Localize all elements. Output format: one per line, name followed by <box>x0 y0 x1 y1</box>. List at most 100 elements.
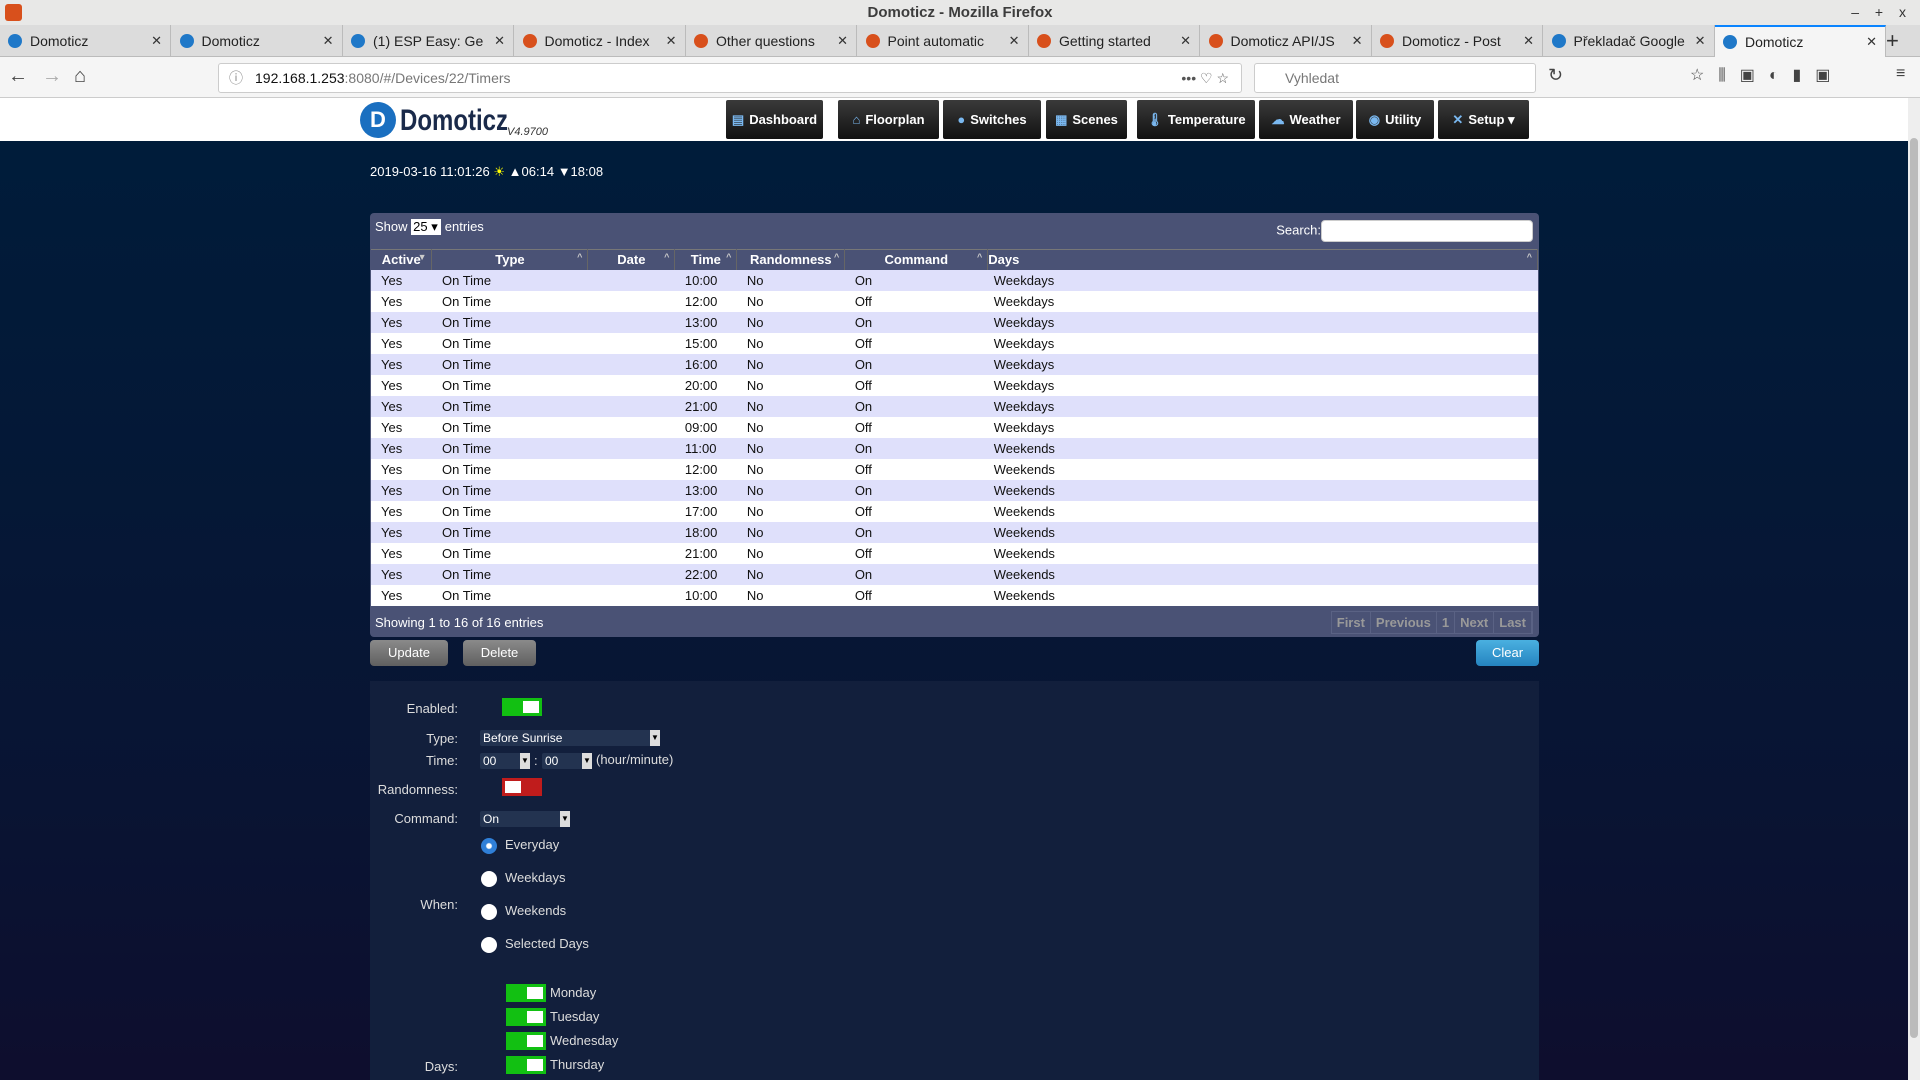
table-row[interactable]: Yes On Time 12:00 No Off Weekdays <box>371 290 1538 312</box>
browser-tab[interactable]: Domoticz - Post ✕ <box>1372 25 1543 57</box>
browser-tab[interactable]: Překladač Google ✕ <box>1544 25 1715 57</box>
browser-tab[interactable]: Point automatic ✕ <box>858 25 1029 57</box>
type-select[interactable]: Before Sunrise ▼ <box>480 730 660 746</box>
close-tab-icon[interactable]: ✕ <box>1695 33 1706 49</box>
table-row[interactable]: Yes On Time 11:00 No On Weekends <box>371 437 1538 459</box>
tab-label: (1) ESP Easy: Ge <box>373 33 484 49</box>
close-tab-icon[interactable]: ✕ <box>323 33 334 49</box>
back-icon[interactable]: ← <box>8 65 28 88</box>
table-cell: Yes <box>371 584 432 606</box>
pager-last[interactable]: Last <box>1494 612 1532 633</box>
table-cell: Off <box>844 416 988 438</box>
day-toggle[interactable] <box>506 1056 546 1074</box>
when-radio[interactable] <box>481 871 497 887</box>
close-tab-icon[interactable]: ✕ <box>666 33 677 49</box>
enabled-toggle[interactable] <box>502 698 542 716</box>
table-cell: 12:00 <box>674 290 737 312</box>
pager-1[interactable]: 1 <box>1437 612 1456 633</box>
browser-tab[interactable]: (1) ESP Easy: Ge ✕ <box>343 25 514 57</box>
browser-tab[interactable]: Domoticz - Index ✕ <box>515 25 686 57</box>
close-tab-icon[interactable]: ✕ <box>1180 33 1191 49</box>
command-select[interactable]: On ▼ <box>480 811 570 827</box>
toolbar-icons[interactable]: ☆⫼▣◐▮▣ <box>1690 65 1844 85</box>
window-controls[interactable]: – + x <box>1851 0 1912 25</box>
randomness-toggle[interactable] <box>502 778 542 796</box>
browser-tab[interactable]: Getting started ✕ <box>1029 25 1200 57</box>
column-header[interactable]: Randomness ^ <box>736 249 846 270</box>
info-icon[interactable]: ⓘ <box>229 68 243 88</box>
table-row[interactable]: Yes On Time 15:00 No Off Weekdays <box>371 332 1538 354</box>
table-row[interactable]: Yes On Time 12:00 No Off Weekends <box>371 458 1538 480</box>
when-radio[interactable] <box>481 838 497 854</box>
menu-utility[interactable]: ◉ Utility <box>1356 100 1434 139</box>
forward-icon[interactable]: → <box>42 65 62 88</box>
day-toggle[interactable] <box>506 984 546 1002</box>
menu-dashboard[interactable]: ▤ Dashboard <box>726 100 823 139</box>
close-tab-icon[interactable]: ✕ <box>151 33 162 49</box>
page-actions-icon[interactable]: ••• ♡ ☆ <box>1181 70 1229 87</box>
day-toggle[interactable] <box>506 1032 546 1050</box>
close-tab-icon[interactable]: ✕ <box>1352 33 1363 49</box>
column-header[interactable]: Date ^ <box>587 249 676 270</box>
column-header[interactable]: Command ^ <box>844 249 989 270</box>
table-row[interactable]: Yes On Time 22:00 No On Weekends <box>371 563 1538 585</box>
pager-first[interactable]: First <box>1332 612 1371 633</box>
clear-button[interactable]: Clear <box>1476 640 1539 666</box>
reload-icon[interactable]: ↻ <box>1548 65 1563 86</box>
menu-setup[interactable]: ✕ Setup ▾ <box>1438 100 1529 139</box>
browser-tab[interactable]: Domoticz ✕ <box>1715 25 1886 57</box>
close-tab-icon[interactable]: ✕ <box>1009 33 1020 49</box>
table-row[interactable]: Yes On Time 17:00 No Off Weekends <box>371 500 1538 522</box>
close-tab-icon[interactable]: ✕ <box>494 33 505 49</box>
table-cell: 18:00 <box>674 521 737 543</box>
hour-select[interactable]: 00 ▼ <box>480 753 530 769</box>
table-row[interactable]: Yes On Time 13:00 No On Weekends <box>371 479 1538 501</box>
column-header[interactable]: Days ^ <box>987 249 1538 270</box>
domoticz-logo[interactable]: D Domoticz V4.9700 <box>360 102 548 138</box>
close-tab-icon[interactable]: ✕ <box>837 33 848 49</box>
pager-previous[interactable]: Previous <box>1371 612 1437 633</box>
minute-select[interactable]: 00 ▼ <box>542 753 592 769</box>
close-tab-icon[interactable]: ✕ <box>1523 33 1534 49</box>
table-search-input[interactable] <box>1321 220 1533 242</box>
column-header[interactable]: Type ^ <box>431 249 589 270</box>
page-length-select[interactable]: 25 ▾ <box>411 219 442 235</box>
search-bar[interactable]: Vyhledat <box>1254 63 1536 93</box>
menu-switches[interactable]: ● Switches <box>943 100 1041 139</box>
menu-temperature[interactable]: 🌡 Temperature <box>1137 100 1255 139</box>
column-header[interactable]: Time ^ <box>674 249 738 270</box>
browser-tab[interactable]: Domoticz API/JS ✕ <box>1201 25 1372 57</box>
table-row[interactable]: Yes On Time 18:00 No On Weekends <box>371 521 1538 543</box>
table-row[interactable]: Yes On Time 16:00 No On Weekdays <box>371 353 1538 375</box>
when-radio[interactable] <box>481 904 497 920</box>
table-cell: Weekends <box>987 500 1538 522</box>
url-bar[interactable]: ⓘ 192.168.1.253:8080/#/Devices/22/Timers… <box>218 63 1242 93</box>
url-path: :8080/#/Devices/22/Timers <box>344 70 511 86</box>
navigation-bar: ← → ⌂ ⓘ 192.168.1.253:8080/#/Devices/22/… <box>0 57 1920 98</box>
delete-button[interactable]: Delete <box>463 640 536 666</box>
close-tab-icon[interactable]: ✕ <box>1866 34 1877 50</box>
home-icon[interactable]: ⌂ <box>74 65 86 88</box>
browser-tab[interactable]: Other questions ✕ <box>686 25 857 57</box>
menu-floorplan[interactable]: ⌂ Floorplan <box>838 100 939 139</box>
menu-scenes[interactable]: ▦ Scenes <box>1046 100 1127 139</box>
table-row[interactable]: Yes On Time 20:00 No Off Weekdays <box>371 374 1538 396</box>
browser-tab[interactable]: Domoticz ✕ <box>0 25 171 57</box>
table-row[interactable]: Yes On Time 09:00 No Off Weekdays <box>371 416 1538 438</box>
day-toggle[interactable] <box>506 1008 546 1026</box>
table-row[interactable]: Yes On Time 10:00 No Off Weekends <box>371 584 1538 606</box>
column-header[interactable]: Active ▼ <box>371 249 433 270</box>
browser-tab[interactable]: Domoticz ✕ <box>172 25 343 57</box>
table-row[interactable]: Yes On Time 13:00 No On Weekdays <box>371 311 1538 333</box>
table-row[interactable]: Yes On Time 10:00 No On Weekdays <box>371 269 1538 291</box>
when-radio[interactable] <box>481 937 497 953</box>
menu-weather[interactable]: ☁ Weather <box>1259 100 1353 139</box>
pager-next[interactable]: Next <box>1455 612 1495 633</box>
menu-icon[interactable]: ≡ <box>1896 65 1905 83</box>
table-cell <box>587 290 675 312</box>
scrollbar[interactable] <box>1908 98 1920 1080</box>
table-row[interactable]: Yes On Time 21:00 No Off Weekends <box>371 542 1538 564</box>
update-button[interactable]: Update <box>370 640 448 666</box>
table-row[interactable]: Yes On Time 21:00 No On Weekdays <box>371 395 1538 417</box>
new-tab-button[interactable]: + <box>1886 28 1899 54</box>
